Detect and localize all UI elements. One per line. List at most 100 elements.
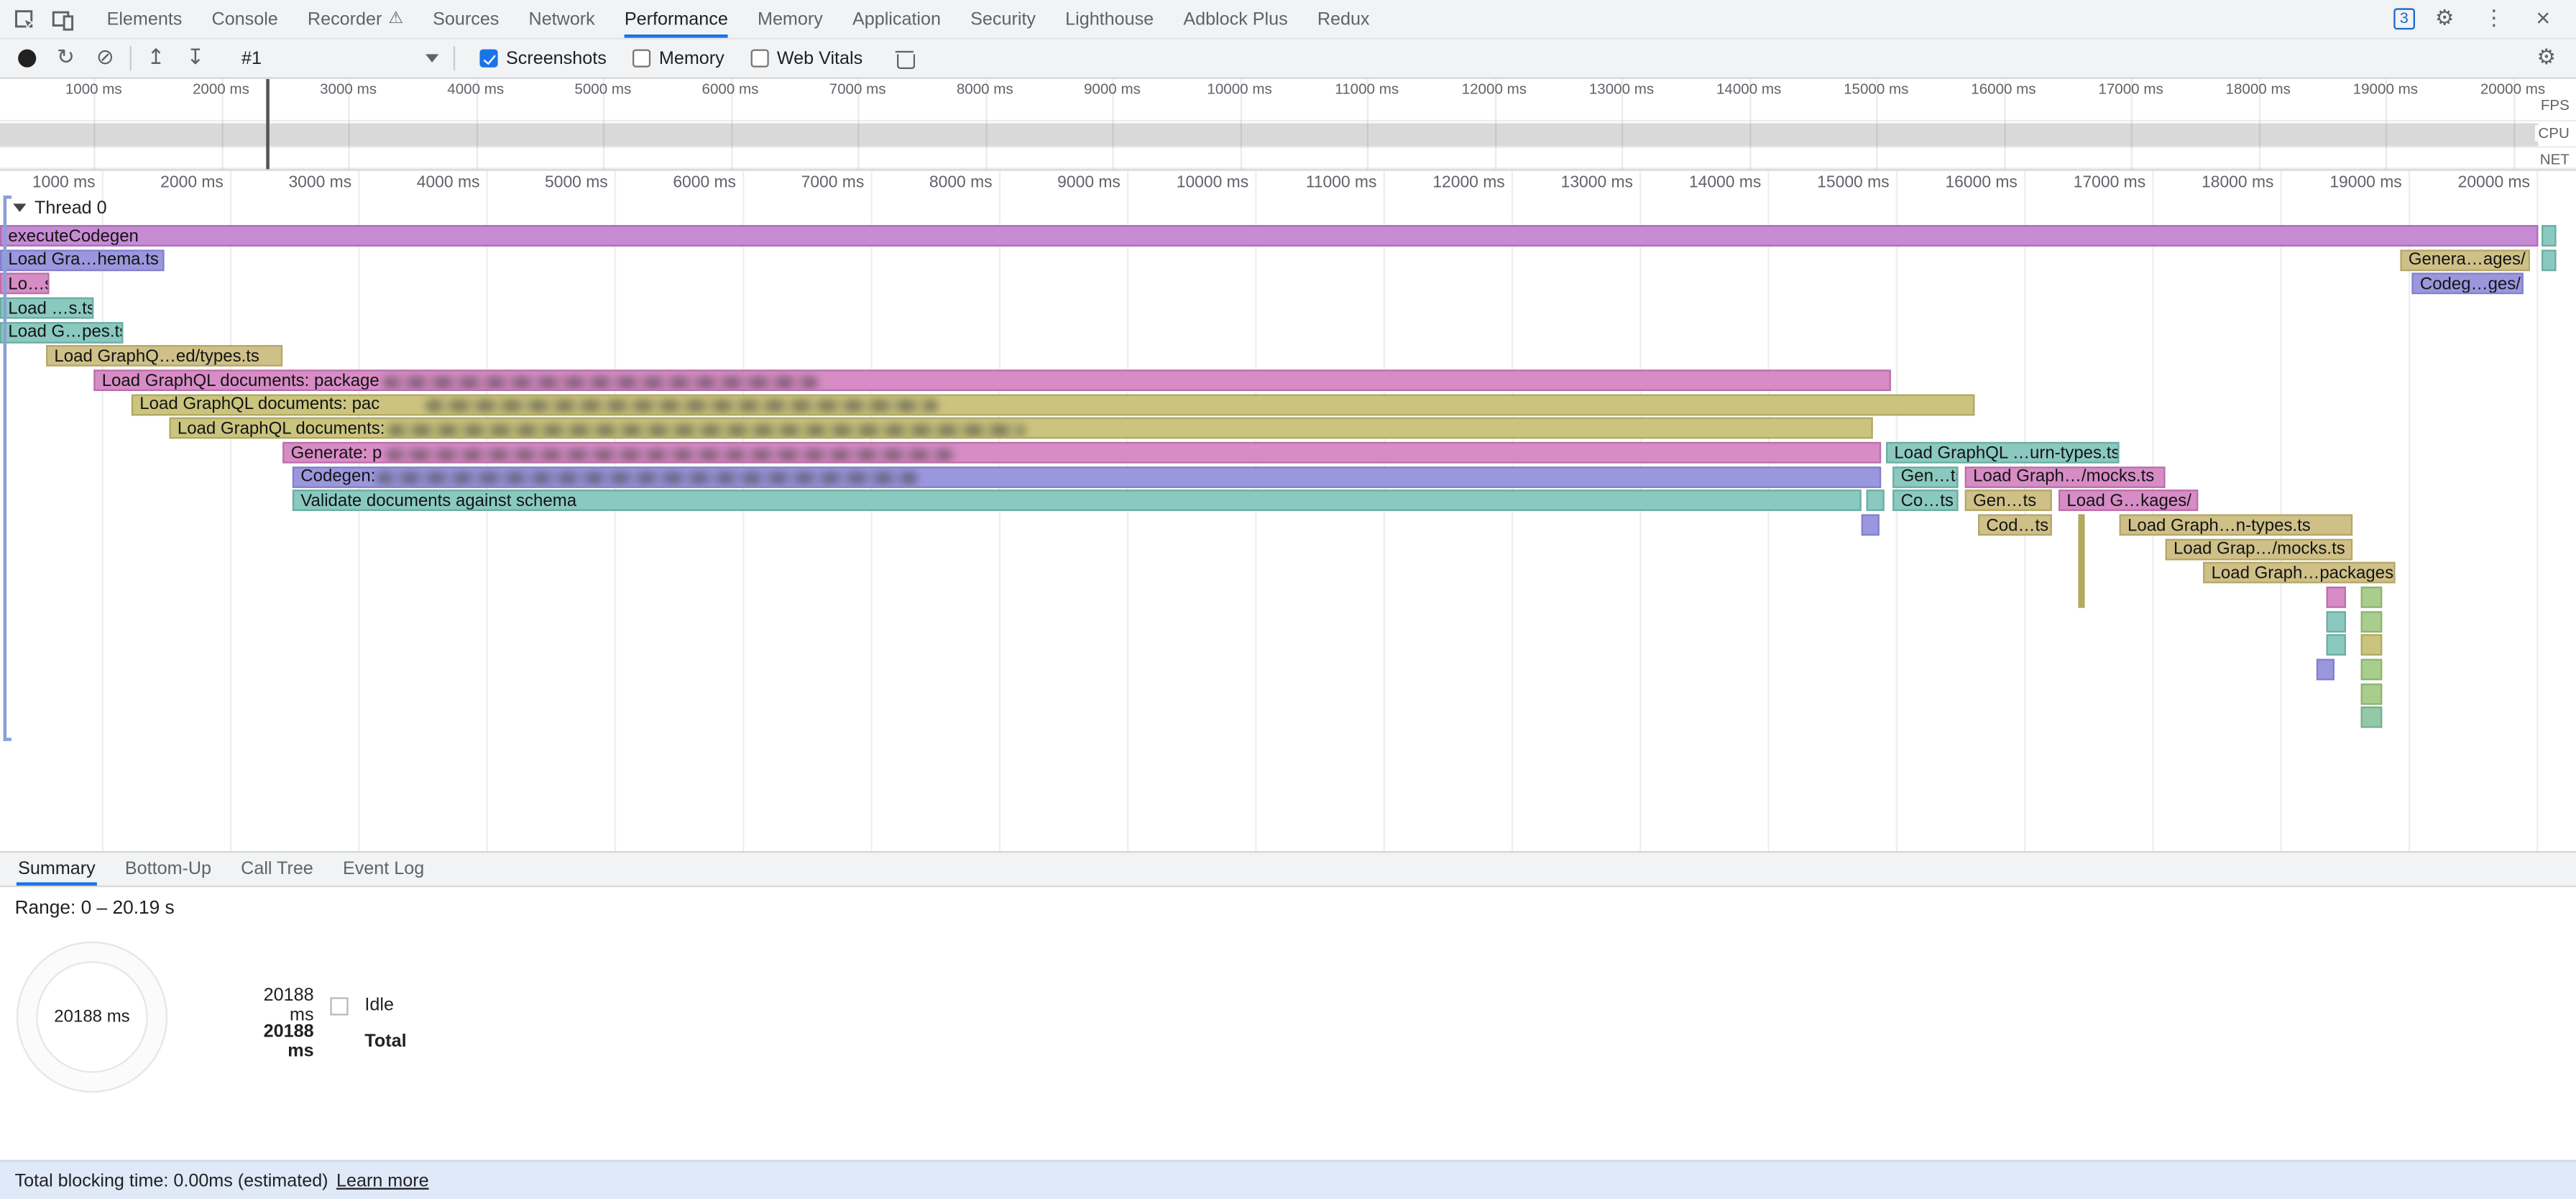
more-options-icon[interactable]: ⋮ [2474,1,2513,37]
checkbox-label: Web Vitals [777,48,862,68]
flame-bar[interactable]: Load G…pes.ts [0,321,123,343]
flame-tick-label: 18000 ms [2202,174,2281,192]
flame-bar[interactable] [2327,635,2346,656]
tab-security[interactable]: Security [956,0,1051,38]
thread-header[interactable]: Thread 0 [13,199,106,219]
drawer-tabs: SummaryBottom-UpCall TreeEvent Log [0,851,2576,887]
flame-tick-label: 17000 ms [2074,174,2153,192]
flame-bar[interactable]: Load GraphQ…ed/types.ts [46,346,282,367]
flame-bar[interactable] [2361,683,2383,704]
flame-tick-label: 7000 ms [801,174,871,192]
flame-bar[interactable]: Load GraphQL documents: pac [132,394,1975,415]
cpu-lane[interactable] [0,121,2576,148]
flame-bar[interactable]: Load GraphQL …urn-types.ts [1886,442,2120,464]
console-messages-badge[interactable]: 3 [2393,8,2415,29]
flame-bar[interactable] [2361,659,2383,681]
flame-bar[interactable] [2078,515,2084,608]
flame-bar-label: Load Graph…/mocks.ts [1973,467,2154,487]
capture-settings-gear-icon[interactable]: ⚙ [2526,40,2566,78]
flame-bar[interactable]: Gen…ts [1965,490,2052,512]
flame-bar[interactable]: Load Grap…/mocks.ts [2166,538,2353,560]
flame-bar[interactable]: Load …s.ts [0,298,93,319]
flame-bar[interactable]: Load GraphQL documents: package [93,369,1891,391]
tab-redux[interactable]: Redux [1302,0,1384,38]
overview-tick-label: 14000 ms [1716,81,1781,97]
tab-elements[interactable]: Elements [92,0,197,38]
redacted-text [387,423,1025,436]
flame-bar[interactable]: Load G…kages/ [2058,490,2198,512]
device-toolbar-icon[interactable] [42,1,82,37]
tab-label: Security [970,9,1036,29]
tab-adblock-plus[interactable]: Adblock Plus [1169,0,1303,38]
save-profile-button[interactable]: ↧ [176,40,216,78]
flame-bar[interactable] [1867,490,1885,512]
load-profile-button[interactable]: ↥ [137,40,176,78]
flame-bar[interactable] [2361,707,2383,729]
settings-gear-icon[interactable]: ⚙ [2425,1,2465,37]
tab-lighthouse[interactable]: Lighthouse [1051,0,1169,38]
flame-bar[interactable]: Gen…ts [1892,466,1958,487]
flame-bar[interactable] [2361,611,2383,633]
flame-bar[interactable] [1862,515,1880,536]
flame-bar[interactable]: Load Graph…/mocks.ts [1965,466,2166,487]
tab-application[interactable]: Application [837,0,955,38]
flame-bar[interactable] [2327,587,2346,608]
flame-bar[interactable] [2542,249,2557,271]
checkbox-box[interactable] [750,50,768,68]
flame-bar[interactable]: Codeg…ges/ [2411,273,2523,295]
donut-total-label: 20188 ms [54,1007,129,1026]
flame-bar[interactable]: Genera…ages/ [2400,249,2530,271]
flame-bar[interactable]: Load Graph…packages/ [2203,563,2395,584]
flame-bar[interactable] [2542,225,2557,247]
flame-bar-label: Load Gra…hema.ts [8,250,158,270]
inspect-icon[interactable] [4,1,43,37]
drawer-tab-bottom-up[interactable]: Bottom-Up [110,853,226,886]
close-icon[interactable]: × [2524,1,2563,37]
flame-bar[interactable]: Cod…ts [1978,515,2052,536]
checkbox-screenshots[interactable]: Screenshots [479,48,606,68]
tab-console[interactable]: Console [197,0,293,38]
flame-bar[interactable]: Co…ts [1892,490,1958,512]
tab-sources[interactable]: Sources [418,0,514,38]
flame-bar[interactable] [2327,611,2346,633]
checkbox-web-vitals[interactable]: Web Vitals [750,48,862,68]
history-dropdown[interactable]: #1 [231,47,448,69]
trash-icon[interactable] [896,50,912,68]
learn-more-link[interactable]: Learn more [336,1171,429,1190]
drawer-tab-summary[interactable]: Summary [4,853,111,886]
flame-bar-label: Load GraphQL documents: [178,419,385,438]
tab-memory[interactable]: Memory [742,0,837,38]
tab-network[interactable]: Network [514,0,610,38]
flame-bar[interactable] [2317,659,2334,681]
tab-performance[interactable]: Performance [610,0,742,38]
flame-bar[interactable]: executeCodegen [0,225,2538,247]
flame-bar[interactable]: Load Gra…hema.ts [0,249,165,271]
devtools-tabbar: Elements Console Recorder⚠SourcesNetworkPe… [0,0,2576,40]
checkbox-box[interactable] [479,50,497,68]
flame-bar[interactable] [2361,635,2383,656]
collapse-arrow-icon[interactable] [13,203,26,219]
flame-bar[interactable]: Validate documents against schema [293,490,1862,512]
flame-bar-label: Validate documents against schema [300,491,576,510]
tab-label: Console [212,9,278,29]
flame-bar[interactable]: Generate: p [282,442,1881,464]
flame-tick-label: 4000 ms [417,174,487,192]
tab-recorder[interactable]: Recorder⚠ [293,0,418,38]
checkbox-memory[interactable]: Memory [632,48,724,68]
selection-bracket [4,196,12,741]
flame-bar[interactable] [2361,587,2383,608]
drawer-tab-event-log[interactable]: Event Log [328,853,438,886]
legend-swatch [330,996,348,1014]
flame-bar[interactable]: Codegen: [293,466,1881,487]
timeline-overview[interactable]: 1000 ms2000 ms3000 ms4000 ms5000 ms6000 … [0,79,2576,171]
flame-bar[interactable]: Load GraphQL documents: [169,418,1872,439]
checkbox-box[interactable] [632,50,650,68]
drawer-tab-call-tree[interactable]: Call Tree [226,853,328,886]
flame-bar[interactable]: Load Graph…n-types.ts [2120,515,2353,536]
net-lane[interactable] [0,148,2576,170]
clear-button[interactable]: ⊘ [86,40,125,78]
fps-lane[interactable] [0,98,2576,121]
reload-and-record-button[interactable]: ↻ [46,40,86,78]
flame-bar-label: Load G…pes.ts [8,322,123,341]
record-button[interactable] [6,40,46,78]
